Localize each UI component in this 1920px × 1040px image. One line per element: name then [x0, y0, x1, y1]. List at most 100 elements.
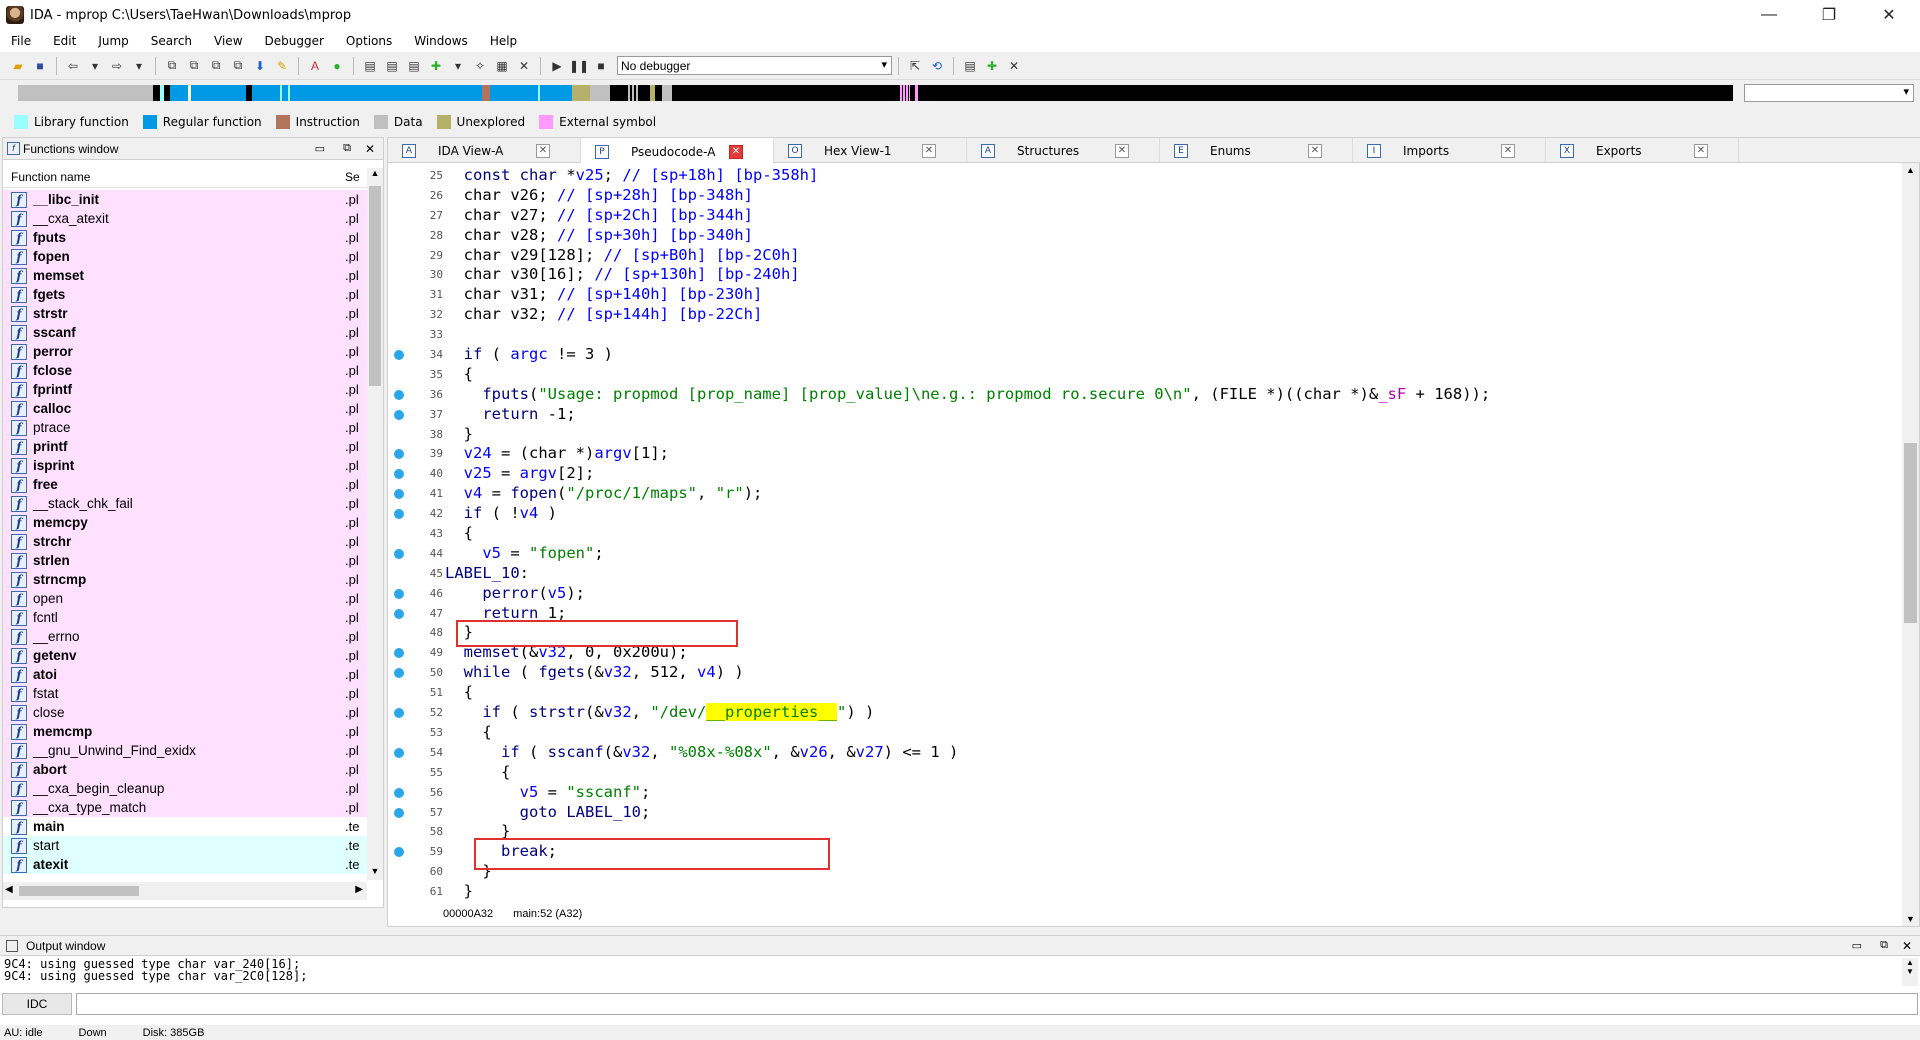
function-row[interactable]: f ptrace .pl — [3, 418, 367, 437]
function-row[interactable]: f memcmp .pl — [3, 722, 367, 741]
function-row[interactable]: f fputs .pl — [3, 228, 367, 247]
code-line[interactable]: 25 const char *v25; // [sp+18h] [bp-358h… — [388, 166, 1898, 186]
add-dropdown-icon[interactable]: ▾ — [448, 56, 468, 76]
float-pane-icon[interactable]: ⧉ — [1880, 939, 1888, 952]
function-row[interactable]: f printf .pl — [3, 437, 367, 456]
minimize-pane-icon[interactable]: ▭ — [1852, 939, 1862, 952]
code-line[interactable]: 50 while ( fgets(&v32, 512, v4) ) — [388, 663, 1898, 683]
code-line[interactable]: 44 v5 = "fopen"; — [388, 544, 1898, 564]
column-function-name[interactable]: Function name — [11, 170, 90, 184]
run-icon[interactable]: ▶ — [547, 56, 567, 76]
code-line[interactable]: 56 v5 = "sscanf"; — [388, 783, 1898, 803]
forward-dropdown-icon[interactable]: ▾ — [129, 56, 149, 76]
pseudocode-view[interactable]: 25 const char *v25; // [sp+18h] [bp-358h… — [388, 166, 1898, 906]
close-tab-icon[interactable]: ✕ — [1501, 143, 1515, 158]
hscroll-thumb[interactable] — [19, 886, 139, 896]
function-row[interactable]: f fprintf .pl — [3, 380, 367, 399]
function-row[interactable]: f __gnu_Unwind_Find_exidx .pl — [3, 741, 367, 760]
code-vertical-scrollbar[interactable]: ▲ ▼ — [1902, 163, 1919, 926]
close-tab-icon[interactable]: ✕ — [729, 144, 743, 159]
detach-icon[interactable]: ⟲ — [927, 56, 947, 76]
back-dropdown-icon[interactable]: ▾ — [85, 56, 105, 76]
function-row[interactable]: f atexit .te — [3, 855, 367, 874]
navigation-dropdown[interactable] — [1744, 84, 1914, 102]
close-tab-icon[interactable]: ✕ — [536, 143, 550, 158]
menu-edit[interactable]: Edit — [42, 34, 87, 48]
search-next-icon[interactable]: ⧉ — [228, 56, 248, 76]
code-line[interactable]: 42 if ( !v4 ) — [388, 504, 1898, 524]
tab-exports[interactable]: X Exports ✕ — [1546, 138, 1739, 163]
mark-icon[interactable]: ✎ — [272, 56, 292, 76]
code-line[interactable]: 31 char v31; // [sp+140h] [bp-230h] — [388, 285, 1898, 305]
function-row[interactable]: f fgets .pl — [3, 285, 367, 304]
menu-help[interactable]: Help — [479, 34, 528, 48]
close-tab-icon[interactable]: ✕ — [922, 143, 936, 158]
save-icon[interactable]: ■ — [30, 56, 50, 76]
add-breakpoint-icon[interactable]: ✚ — [982, 56, 1002, 76]
code-line[interactable]: 38 } — [388, 425, 1898, 445]
function-row[interactable]: f atoi .pl — [3, 665, 367, 684]
menu-options[interactable]: Options — [335, 34, 403, 48]
function-row[interactable]: f free .pl — [3, 475, 367, 494]
code-line[interactable]: 53 { — [388, 723, 1898, 743]
navigation-band[interactable] — [0, 82, 1920, 104]
code-line[interactable]: 28 char v28; // [sp+30h] [bp-340h] — [388, 226, 1898, 246]
function-row[interactable]: f __stack_chk_fail .pl — [3, 494, 367, 513]
function-row[interactable]: f __cxa_type_match .pl — [3, 798, 367, 817]
data-icon[interactable]: ▤ — [382, 56, 402, 76]
delete-breakpoint-icon[interactable]: ✕ — [1004, 56, 1024, 76]
tab-hex-view-1[interactable]: O Hex View-1 ✕ — [774, 138, 967, 163]
function-row[interactable]: f getenv .pl — [3, 646, 367, 665]
functions-horizontal-scrollbar[interactable]: ◀ ▶ — [3, 882, 367, 900]
function-row[interactable]: f memcpy .pl — [3, 513, 367, 532]
close-tab-icon[interactable]: ✕ — [1694, 143, 1708, 158]
close-tab-icon[interactable]: ✕ — [1308, 143, 1322, 158]
minimize-button[interactable]: — — [1746, 0, 1792, 30]
function-row[interactable]: f main .te — [3, 817, 367, 836]
scroll-thumb[interactable] — [1904, 443, 1917, 623]
code-line[interactable]: 45 LABEL_10: — [388, 564, 1898, 584]
function-row[interactable]: f fopen .pl — [3, 247, 367, 266]
scroll-left-icon[interactable]: ◀ — [5, 884, 13, 895]
menu-search[interactable]: Search — [140, 34, 203, 48]
search-binary-icon[interactable]: ⧉ — [184, 56, 204, 76]
output-scrollbar[interactable]: ▲ ▼ — [1902, 958, 1918, 986]
tab-enums[interactable]: E Enums ✕ — [1160, 138, 1353, 163]
code-line[interactable]: 33 — [388, 325, 1898, 345]
green-dot-icon[interactable]: ● — [327, 56, 347, 76]
tab-imports[interactable]: I Imports ✕ — [1353, 138, 1546, 163]
float-pane-icon[interactable]: ⧉ — [343, 142, 351, 155]
pause-icon[interactable]: ❚❚ — [569, 56, 589, 76]
menu-windows[interactable]: Windows — [403, 34, 479, 48]
tab-structures[interactable]: A Structures ✕ — [967, 138, 1160, 163]
breakpoint-list-icon[interactable]: ▤ — [960, 56, 980, 76]
close-button[interactable]: ✕ — [1866, 0, 1912, 30]
code-line[interactable]: 51 { — [388, 683, 1898, 703]
function-row[interactable]: f __cxa_atexit .pl — [3, 209, 367, 228]
tab-ida-view-a[interactable]: A IDA View-A ✕ — [388, 138, 581, 163]
menu-debugger[interactable]: Debugger — [254, 34, 335, 48]
search-immediate-icon[interactable]: ⧉ — [206, 56, 226, 76]
code-line[interactable]: 36 fputs("Usage: propmod [prop_name] [pr… — [388, 385, 1898, 405]
scroll-down-icon[interactable]: ▼ — [1902, 914, 1919, 924]
array-icon[interactable]: ▦ — [492, 56, 512, 76]
function-row[interactable]: f __cxa_begin_cleanup .pl — [3, 779, 367, 798]
function-row[interactable]: f close .pl — [3, 703, 367, 722]
graph-icon[interactable]: A — [305, 56, 325, 76]
debugger-select[interactable]: No debugger — [617, 56, 892, 75]
code-line[interactable]: 39 v24 = (char *)argv[1]; — [388, 444, 1898, 464]
close-pane-icon[interactable]: ✕ — [1902, 939, 1912, 953]
jump-down-icon[interactable]: ⬇ — [250, 56, 270, 76]
menu-jump[interactable]: Jump — [87, 34, 139, 48]
code-line[interactable]: 61 } — [388, 882, 1898, 902]
code-line[interactable]: 52 if ( strstr(&v32, "/dev/__properties_… — [388, 703, 1898, 723]
undefine-icon[interactable]: ✕ — [514, 56, 534, 76]
code-line[interactable]: 57 goto LABEL_10; — [388, 803, 1898, 823]
navigation-strip[interactable] — [18, 85, 1733, 101]
function-row[interactable]: f perror .pl — [3, 342, 367, 361]
menu-view[interactable]: View — [203, 34, 253, 48]
code-line[interactable]: 32 char v32; // [sp+144h] [bp-22Ch] — [388, 305, 1898, 325]
forward-icon[interactable]: ⇨ — [107, 56, 127, 76]
stop-icon[interactable]: ■ — [591, 56, 611, 76]
code-icon[interactable]: ▤ — [360, 56, 380, 76]
